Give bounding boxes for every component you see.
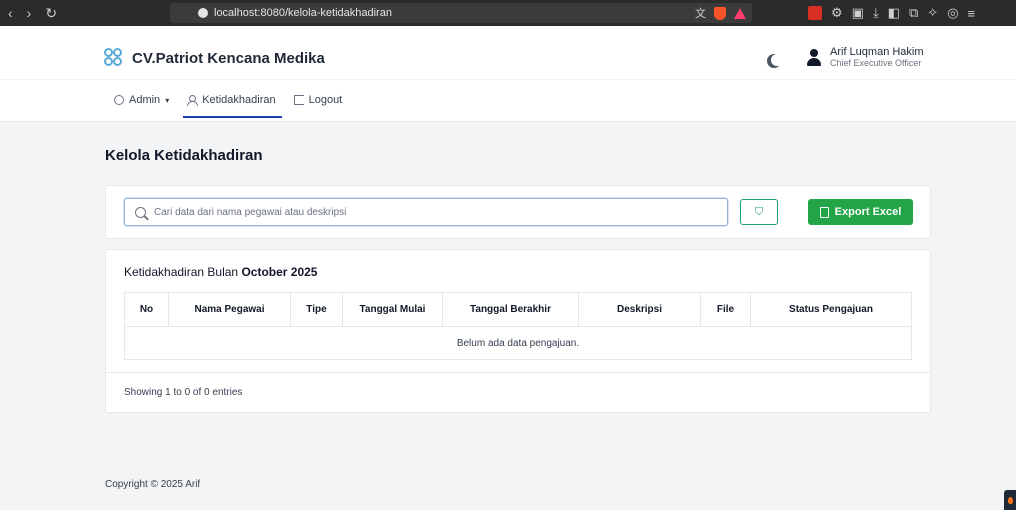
user-name: Arif Luqman Hakim (830, 46, 924, 58)
brand[interactable]: CV.Patriot Kencana Medika (104, 48, 325, 68)
column-header-nama-pegawai[interactable]: Nama Pegawai (168, 292, 291, 327)
card-divider (106, 372, 930, 373)
user-role: Chief Executive Officer (830, 58, 922, 68)
reload-icon[interactable]: ↻ (45, 6, 57, 20)
menu-item-label: Admin (129, 94, 161, 106)
brand-logo-icon (104, 48, 124, 68)
table-row-empty: Belum ada data pengajuan. (124, 326, 912, 360)
excel-file-icon (819, 206, 829, 218)
chevron-down-icon: ▾ (165, 95, 170, 105)
column-header-no[interactable]: No (124, 292, 169, 327)
brand-name: CV.Patriot Kencana Medika (132, 49, 325, 67)
translate-icon[interactable]: 文 (695, 5, 706, 21)
filter-icon: ⛉ (754, 205, 764, 218)
extensions-row: ⚙ ▣ ⤓ ◧ ⧉ ✧ ◎ ≡ (808, 0, 975, 26)
column-header-tanggal-berakhir[interactable]: Tanggal Berakhir (442, 292, 579, 327)
menu-item-label: Logout (308, 94, 343, 106)
download-icon[interactable]: ⤓ (873, 5, 879, 21)
table-heading-prefix: Ketidakhadiran Bulan (124, 265, 239, 279)
column-header-file[interactable]: File (700, 292, 751, 327)
page-title: Kelola Ketidakhadiran (105, 147, 263, 164)
table-header-row: No Nama Pegawai Tipe Tanggal Mulai Tangg… (124, 292, 912, 327)
column-header-tanggal-mulai[interactable]: Tanggal Mulai (342, 292, 443, 327)
leo-icon[interactable]: ✧ (927, 5, 938, 21)
search-box[interactable] (124, 198, 728, 226)
empty-message: Belum ada data pengajuan. (124, 326, 912, 360)
menu-item-admin[interactable]: Admin ▾ (114, 88, 169, 112)
browser-nav: ‹ › ↻ (0, 6, 150, 20)
column-header-status-pengajuan[interactable]: Status Pengajuan (750, 292, 912, 327)
main-menu: Admin ▾ Ketidakhadiran Logout (114, 88, 360, 118)
dark-mode-moon-icon[interactable] (771, 54, 783, 66)
footer-copyright: Copyright © 2025 Arif (105, 479, 201, 490)
url-text[interactable]: localhost:8080/kelola-ketidakhadiran (214, 7, 392, 19)
search-input[interactable] (154, 206, 714, 218)
table-heading: Ketidakhadiran Bulan October 2025 (124, 265, 317, 279)
extension-icon[interactable] (808, 6, 822, 20)
logout-icon (293, 95, 304, 105)
search-icon (135, 206, 146, 218)
person-x-icon (187, 95, 199, 106)
sidebar-icon[interactable]: ◧ (888, 5, 900, 21)
export-label: Export Excel (834, 206, 902, 218)
column-header-tipe[interactable]: Tipe (290, 292, 343, 327)
absence-table: No Nama Pegawai Tipe Tanggal Mulai Tangg… (124, 292, 912, 360)
pagination-info: Showing 1 to 0 of 0 entries (124, 387, 243, 398)
export-excel-button[interactable]: Export Excel (808, 199, 913, 225)
browser-toolbar: ‹ › ↻ localhost:8080/kelola-ketidakhadir… (0, 0, 1016, 26)
table-card: Ketidakhadiran Bulan October 2025 No Nam… (105, 249, 931, 413)
user-circle-icon (114, 95, 124, 105)
avatar-icon (806, 48, 822, 67)
brave-rewards-icon[interactable] (734, 7, 746, 19)
site-info-icon[interactable] (198, 8, 208, 18)
column-header-deskripsi[interactable]: Deskripsi (578, 292, 701, 327)
menu-item-logout[interactable]: Logout (293, 88, 343, 112)
address-bar[interactable]: localhost:8080/kelola-ketidakhadiran 文 (170, 3, 752, 23)
vpn-icon[interactable]: ◎ (947, 5, 958, 21)
back-icon[interactable]: ‹ (8, 6, 13, 20)
menu-item-label: Ketidakhadiran (202, 94, 276, 106)
forward-icon[interactable]: › (27, 6, 32, 20)
header-divider (0, 79, 1016, 80)
brave-shield-icon[interactable] (714, 6, 726, 20)
user-menu[interactable]: Arif Luqman Hakim Chief Executive Office… (806, 46, 924, 69)
menu-icon[interactable]: ≡ (968, 6, 976, 21)
app-header: CV.Patriot Kencana Medika Arif Luqman Ha… (0, 26, 1016, 122)
screenshot-icon[interactable]: ▣ (852, 5, 864, 21)
floating-badge-icon[interactable] (1004, 490, 1016, 510)
search-card: ⛉ Export Excel (105, 185, 931, 239)
filter-button[interactable]: ⛉ (740, 199, 778, 225)
tab-icon[interactable]: ⧉ (909, 5, 918, 21)
menu-item-ketidakhadiran[interactable]: Ketidakhadiran (183, 88, 283, 118)
extensions-puzzle-icon[interactable]: ⚙ (831, 5, 843, 21)
table-heading-period: October 2025 (241, 265, 318, 279)
